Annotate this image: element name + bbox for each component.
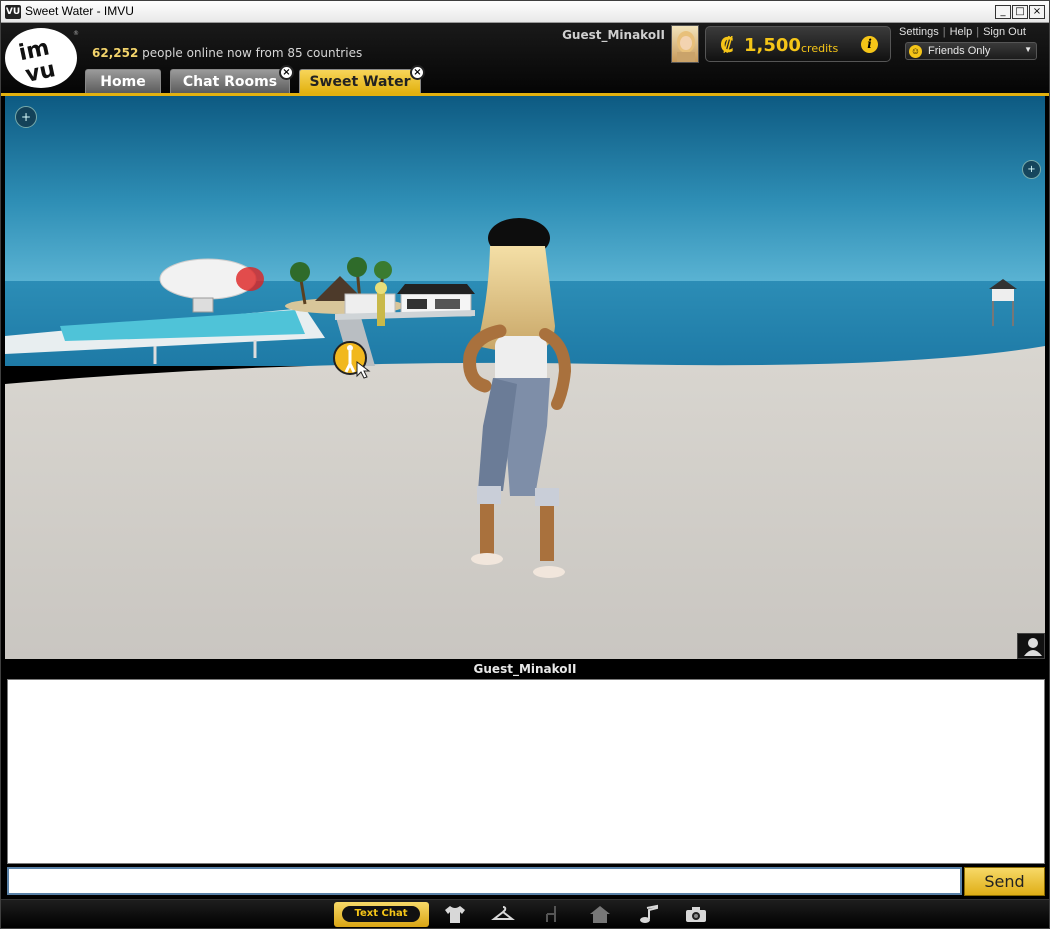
home-icon[interactable] [588,904,612,924]
plus-icon[interactable]: + [1022,160,1041,179]
online-suffix: people online now from 85 countries [142,46,363,60]
smiley-icon: ☺ [909,45,922,58]
status-value: Friends Only [928,45,991,57]
online-count: 62,252 people online now from 85 countri… [92,46,362,60]
online-number: 62,252 [92,46,139,60]
text-chat-button[interactable]: Text Chat [334,902,429,927]
tab-chat-rooms[interactable]: Chat Rooms [170,69,290,93]
app-header: im vu ® 62,252 people online now from 85… [1,23,1049,93]
beach-scene[interactable] [5,96,1045,659]
text-chat-label: Text Chat [342,906,420,922]
3d-scene-view[interactable]: + + [5,96,1045,659]
username-label[interactable]: Guest_MinakoII [562,28,665,42]
sign-out-link[interactable]: Sign Out [983,26,1026,38]
chevron-down-icon: ▼ [1024,45,1032,54]
link-separator: | [976,26,980,38]
credits-panel[interactable]: ₡ 1,500 credits i [705,26,891,62]
credits-amount: 1,500 [744,35,801,56]
title-bar[interactable]: VU Sweet Water - IMVU _ □ × [1,1,1049,23]
avatar[interactable] [671,25,699,63]
imvu-icon: VU [5,5,21,19]
minimize-icon[interactable]: _ [995,5,1011,19]
send-button[interactable]: Send [964,867,1045,896]
tab-label: Home [100,74,146,90]
tab-label: Chat Rooms [182,74,278,90]
music-icon[interactable] [637,904,661,924]
chat-log[interactable] [7,679,1045,864]
camera-icon[interactable] [684,904,708,924]
info-icon[interactable]: i [861,36,878,53]
top-links: Settings | Help | Sign Out [899,26,1026,38]
close-tab-icon[interactable]: × [279,65,294,80]
tab-sweet-water[interactable]: Sweet Water [299,69,421,93]
maximize-icon[interactable]: □ [1012,5,1028,19]
plus-icon[interactable]: + [15,106,37,128]
window-title: Sweet Water - IMVU [25,4,134,18]
svg-text:®: ® [73,30,79,37]
hanger-icon[interactable] [491,904,515,924]
shirt-icon[interactable] [443,904,467,924]
status-dropdown[interactable]: ☺ Friends Only ▼ [905,42,1037,60]
help-link[interactable]: Help [950,26,973,38]
tab-home[interactable]: Home [85,69,161,93]
person-icon [1024,638,1042,656]
link-separator: | [942,26,946,38]
imvu-logo[interactable]: im vu ® [3,25,79,89]
chat-title: Guest_MinakoII [5,660,1045,678]
credits-coin-icon: ₡ [720,33,734,57]
chair-icon[interactable] [539,904,563,924]
tab-label: Sweet Water [309,74,411,90]
bottom-toolbar: Text Chat [1,899,1049,928]
close-icon[interactable]: × [1029,5,1045,19]
close-tab-icon[interactable]: × [410,65,425,80]
settings-link[interactable]: Settings [899,26,939,38]
chat-input[interactable] [7,867,962,895]
credits-label: credits [801,42,839,55]
people-list-button[interactable] [1017,633,1045,659]
imvu-window: VU Sweet Water - IMVU _ □ × im vu ® 62,2… [0,0,1050,929]
